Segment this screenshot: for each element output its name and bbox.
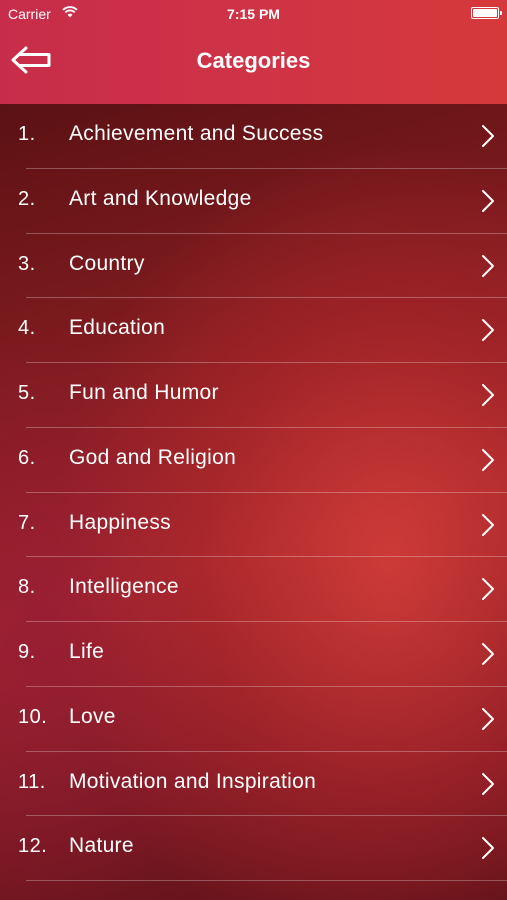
category-row[interactable]: 12. Nature — [0, 816, 507, 881]
category-label: Achievement and Success — [69, 122, 324, 145]
category-row[interactable]: 5. Fun and Humor — [0, 363, 507, 428]
category-label: Country — [69, 251, 145, 275]
category-label: Happiness — [69, 510, 171, 534]
category-label: Nature — [69, 834, 134, 858]
page-title: Categories — [196, 48, 311, 73]
chevron-right-icon — [482, 189, 494, 212]
chevron-right-icon — [482, 772, 494, 795]
chevron-right-icon — [482, 125, 494, 147]
chevron-right-icon — [482, 384, 494, 406]
category-number: 10. — [18, 705, 48, 728]
chevron-right-icon — [482, 254, 494, 277]
nav-bar: Carrier 7:15 PM Categories — [0, 0, 507, 104]
category-label: God and Religion — [69, 445, 237, 469]
category-label: Motivation and Inspiration — [69, 769, 317, 793]
category-row[interactable]: 3. Country — [0, 234, 507, 299]
chevron-right-icon — [482, 448, 494, 471]
category-number: 12. — [18, 835, 48, 858]
category-row[interactable]: 2. Art and Knowledge — [0, 169, 507, 234]
chevron-right-icon — [482, 513, 494, 536]
category-number: 8. — [18, 576, 36, 599]
category-row[interactable]: 6. God and Religion — [0, 428, 507, 493]
category-label: Education — [69, 316, 166, 340]
category-row[interactable]: 8. Intelligence — [0, 557, 507, 622]
battery-icon — [471, 7, 502, 19]
category-row[interactable]: 9. Life — [0, 622, 507, 687]
category-row[interactable]: 10. Love — [0, 687, 507, 752]
category-number: 7. — [18, 511, 36, 534]
status-bar: Carrier 7:15 PM — [0, 0, 507, 28]
category-label: Intelligence — [69, 575, 179, 599]
category-number: 11. — [18, 770, 46, 793]
chevron-right-icon — [482, 578, 494, 601]
chevron-right-icon — [482, 319, 494, 342]
category-number: 3. — [18, 252, 36, 275]
category-number: 1. — [18, 123, 36, 145]
category-number: 5. — [18, 382, 36, 404]
category-label: Fun and Humor — [69, 381, 219, 404]
chevron-right-icon — [482, 837, 494, 860]
category-number: 6. — [18, 446, 36, 469]
category-row[interactable]: 11. Motivation and Inspiration — [0, 752, 507, 817]
clock: 7:15 PM — [227, 6, 280, 22]
category-label: Life — [69, 640, 105, 663]
category-number: 2. — [18, 187, 36, 210]
category-number: 9. — [18, 641, 36, 663]
category-row[interactable]: 1. Achievement and Success — [0, 104, 507, 169]
category-list: 1. Achievement and Success 2. Art and Knowl… — [0, 104, 507, 881]
category-row[interactable]: 4. Education — [0, 298, 507, 363]
category-label: Love — [69, 704, 116, 728]
chevron-right-icon — [482, 643, 494, 665]
category-row[interactable]: 7. Happiness — [0, 493, 507, 558]
chevron-right-icon — [482, 707, 494, 730]
category-number: 4. — [18, 317, 36, 340]
category-label: Art and Knowledge — [69, 186, 252, 210]
